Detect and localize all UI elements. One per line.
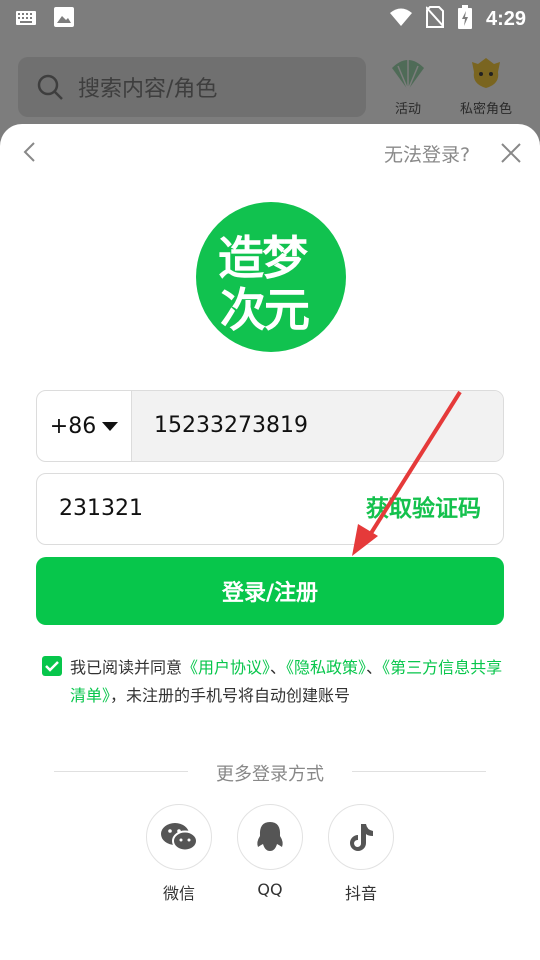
search-icon	[37, 74, 63, 100]
private-role-label: 私密角色	[459, 102, 512, 117]
login-sheet: 无法登录? 造梦 次元 +86 15233273819 231321 获取验证码…	[0, 124, 540, 960]
back-icon[interactable]	[18, 140, 42, 168]
agreement-suffix: ，未注册的手机号将自动创建账号	[110, 686, 351, 705]
login-register-button[interactable]: 登录/注册	[36, 557, 504, 625]
more-login-divider: 更多登录方式	[54, 760, 486, 785]
agreement: 我已阅读并同意《用户协议》、《隐私政策》、《第三方信息共享清单》，未注册的手机号…	[42, 654, 512, 710]
douyin-label: 抖音	[344, 884, 377, 903]
qq-login[interactable]: QQ	[237, 804, 303, 899]
agreement-checkbox[interactable]	[42, 656, 62, 676]
no-sim-icon	[425, 6, 445, 32]
wechat-label: 微信	[162, 884, 195, 903]
private-role-tab[interactable]: 私密角色	[451, 54, 521, 117]
agreement-prefix: 我已阅读并同意	[70, 658, 183, 677]
mascot-icon	[466, 54, 506, 94]
close-icon[interactable]	[500, 142, 522, 168]
app-logo: 造梦 次元	[196, 202, 346, 352]
country-code: +86	[49, 413, 97, 439]
cant-login-link[interactable]: 无法登录?	[384, 140, 470, 167]
agreement-sep2: 、	[366, 658, 383, 677]
battery-icon	[457, 5, 472, 33]
activity-tab[interactable]: 活动	[373, 54, 443, 117]
activity-label: 活动	[394, 102, 421, 117]
status-bar: 4:29	[0, 0, 540, 36]
wifi-icon	[389, 8, 412, 30]
wechat-icon	[146, 804, 212, 870]
douyin-icon	[328, 804, 394, 870]
wechat-login[interactable]: 微信	[146, 804, 212, 904]
clock: 4:29	[485, 7, 526, 30]
fan-icon	[388, 54, 428, 94]
caret-down-icon	[102, 421, 119, 431]
divider-right	[352, 771, 486, 772]
user-agreement-link[interactable]: 《用户协议》	[182, 658, 270, 677]
verification-code-field[interactable]: 231321 获取验证码	[36, 473, 504, 545]
agreement-sep1: 、	[270, 658, 287, 677]
country-code-selector[interactable]: +86	[37, 391, 132, 461]
keyboard-icon	[16, 10, 36, 29]
qq-label: QQ	[257, 880, 283, 899]
phone-number-field[interactable]: 15233273819	[132, 391, 503, 461]
phone-input-group: +86 15233273819	[36, 390, 504, 462]
more-login-label: 更多登录方式	[216, 764, 324, 785]
image-icon	[54, 7, 74, 31]
get-code-button[interactable]: 获取验证码	[366, 474, 481, 544]
logo-line2: 次元	[220, 283, 310, 337]
qq-icon	[237, 804, 303, 870]
search-placeholder: 搜索内容/角色	[78, 77, 218, 102]
search-bar[interactable]: 搜索内容/角色	[18, 57, 366, 117]
douyin-login[interactable]: 抖音	[328, 804, 394, 904]
verification-code-value: 231321	[59, 496, 143, 521]
privacy-policy-link[interactable]: 《隐私政策》	[286, 658, 366, 677]
